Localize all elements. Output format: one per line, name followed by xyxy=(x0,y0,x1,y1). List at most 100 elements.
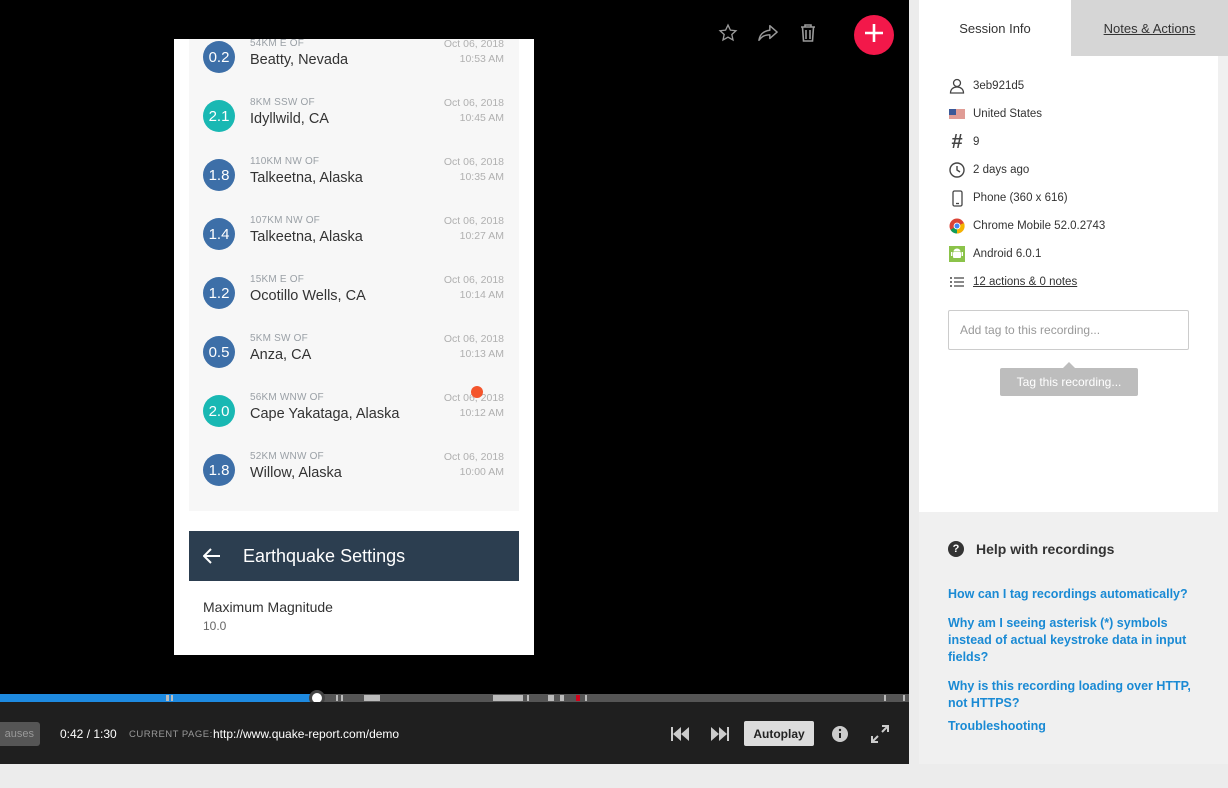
magnitude-badge: 1.8 xyxy=(203,159,235,191)
user-id: 3eb921d5 xyxy=(973,80,1025,92)
timeline-event-marker xyxy=(336,695,338,701)
timeline-event-marker xyxy=(585,695,587,701)
earthquake-item[interactable]: 2.1 8KM SSW OF Idyllwild, CA Oct 06, 2018 10… xyxy=(189,87,519,146)
sidebar: Session Info Notes & Actions 3eb921d5 Un… xyxy=(919,0,1228,764)
android-icon xyxy=(948,245,966,263)
country: United States xyxy=(973,108,1043,120)
timeline-event-marker xyxy=(341,695,343,701)
timeline-event-marker xyxy=(364,695,380,701)
count-row: # 9 xyxy=(948,131,979,153)
timeline-event-marker xyxy=(576,695,580,701)
distance-direction: 8KM SSW OF xyxy=(250,97,315,108)
location-name: Idyllwild, CA xyxy=(250,111,329,127)
user-icon xyxy=(948,77,966,95)
back-arrow-icon[interactable] xyxy=(203,548,229,564)
timeline-event-marker xyxy=(527,695,529,701)
quake-time: 10:00 AM xyxy=(459,466,504,478)
recording-player: 0.2 54KM E OF Beatty, Nevada Oct 06, 2018 10… xyxy=(0,0,909,764)
distance-direction: 56KM WNW OF xyxy=(250,392,324,403)
timeline-track[interactable] xyxy=(0,694,909,702)
earthquake-item[interactable]: 2.0 56KM WNW OF Cape Yakataga, Alaska Oct 0… xyxy=(189,382,519,441)
magnitude-badge: 0.5 xyxy=(203,336,235,368)
max-magnitude-label: Maximum Magnitude xyxy=(203,599,333,615)
session-count: 9 xyxy=(973,136,980,148)
location-name: Anza, CA xyxy=(250,347,312,363)
max-magnitude-value: 10.0 xyxy=(203,619,227,633)
timeline-event-marker xyxy=(884,695,886,701)
current-page-label: CURRENT PAGE: xyxy=(129,729,213,740)
add-button[interactable] xyxy=(854,15,894,55)
earthquake-item[interactable]: 1.8 110KM NW OF Talkeetna, Alaska Oct 06, 2… xyxy=(189,146,519,205)
earthquake-item[interactable]: 1.2 15KM E OF Ocotillo Wells, CA Oct 06, 20… xyxy=(189,264,519,323)
info-icon[interactable] xyxy=(828,722,852,746)
list-icon xyxy=(948,273,966,291)
magnitude-badge: 2.0 xyxy=(203,395,235,427)
quake-date: Oct 06, 2018 xyxy=(443,333,504,345)
location-name: Talkeetna, Alaska xyxy=(250,170,363,186)
hash-icon: # xyxy=(951,130,963,153)
earthquake-item[interactable]: 0.5 5KM SW OF Anza, CA Oct 06, 2018 10:13 AM xyxy=(189,323,519,382)
tab-session-info[interactable]: Session Info xyxy=(919,0,1071,56)
magnitude-badge: 2.1 xyxy=(203,100,235,132)
distance-direction: 5KM SW OF xyxy=(250,333,308,344)
share-icon[interactable] xyxy=(756,21,780,45)
skip-pauses-button[interactable]: auses xyxy=(0,722,40,746)
timeline-event-marker xyxy=(560,695,564,701)
location-name: Talkeetna, Alaska xyxy=(250,229,363,245)
clock-icon xyxy=(948,161,966,179)
sidebar-tabs: Session Info Notes & Actions xyxy=(919,0,1228,56)
user-row: 3eb921d5 xyxy=(948,75,1024,97)
session-time: 2 days ago xyxy=(973,164,1030,176)
app-root: 0.2 54KM E OF Beatty, Nevada Oct 06, 2018 10… xyxy=(0,0,1228,788)
player-controls: auses 0:42 / 1:30 CURRENT PAGE: http://w… xyxy=(0,702,909,764)
max-magnitude-setting[interactable]: Maximum Magnitude 10.0 xyxy=(189,587,519,649)
chrome-icon xyxy=(948,217,966,235)
tab-notes-actions[interactable]: Notes & Actions xyxy=(1071,0,1228,56)
tag-recording-button[interactable]: Tag this recording... xyxy=(1000,362,1138,396)
location-name: Beatty, Nevada xyxy=(250,52,349,68)
timeline-event-marker xyxy=(903,695,905,701)
quake-time: 10:45 AM xyxy=(459,112,504,124)
location-name: Cape Yakataga, Alaska xyxy=(250,406,400,422)
previous-icon[interactable] xyxy=(668,722,692,746)
quake-time: 10:53 AM xyxy=(459,53,504,65)
help-link-auto-tag[interactable]: How can I tag recordings automatically? xyxy=(948,586,1198,603)
quake-time: 10:14 AM xyxy=(459,289,504,301)
next-icon[interactable] xyxy=(708,722,732,746)
magnitude-badge: 1.8 xyxy=(203,454,235,486)
quake-date: Oct 06, 2018 xyxy=(443,39,504,50)
earthquake-item[interactable]: 1.4 107KM NW OF Talkeetna, Alaska Oct 06, 2… xyxy=(189,205,519,264)
earthquake-list: 0.2 54KM E OF Beatty, Nevada Oct 06, 2018 10… xyxy=(189,39,519,511)
quake-time: 10:13 AM xyxy=(459,348,504,360)
current-page-url: http://www.quake-report.com/demo xyxy=(213,727,400,741)
browser-row: Chrome Mobile 52.0.2743 xyxy=(948,215,1105,237)
os-row: Android 6.0.1 xyxy=(948,243,1041,265)
magnitude-badge: 0.2 xyxy=(203,41,235,73)
autoplay-button[interactable]: Autoplay xyxy=(744,721,814,746)
playback-time: 0:42 / 1:30 xyxy=(60,727,117,741)
magnitude-badge: 1.2 xyxy=(203,277,235,309)
time-row: 2 days ago xyxy=(948,159,1029,181)
help-link-asterisk[interactable]: Why am I seeing asterisk (*) symbols ins… xyxy=(948,615,1198,666)
fullscreen-icon[interactable] xyxy=(868,722,892,746)
distance-direction: 15KM E OF xyxy=(250,274,305,285)
help-section: ? Help with recordings How can I tag rec… xyxy=(919,512,1228,764)
timeline-event-marker xyxy=(166,695,169,701)
timeline-played xyxy=(0,694,318,702)
tag-input[interactable]: Add tag to this recording... xyxy=(948,310,1189,350)
help-link-troubleshooting[interactable]: Troubleshooting xyxy=(948,718,1198,735)
session-info-panel: 3eb921d5 United States # 9 2 days ago Ph… xyxy=(919,56,1218,512)
help-title: ? Help with recordings xyxy=(948,541,1114,557)
country-row: United States xyxy=(948,103,1042,125)
distance-direction: 107KM NW OF xyxy=(250,215,320,226)
actions-row: 12 actions & 0 notes xyxy=(948,271,1077,293)
earthquake-item[interactable]: 0.2 54KM E OF Beatty, Nevada Oct 06, 2018 10… xyxy=(189,39,519,87)
settings-toolbar: Earthquake Settings xyxy=(189,531,519,581)
earthquake-item[interactable]: 1.8 52KM WNW OF Willow, Alaska Oct 06, 2018… xyxy=(189,441,519,500)
trash-icon[interactable] xyxy=(796,21,820,45)
os: Android 6.0.1 xyxy=(973,248,1042,260)
help-link-http[interactable]: Why is this recording loading over HTTP,… xyxy=(948,678,1198,712)
quake-date: Oct 06, 2018 xyxy=(443,215,504,227)
star-icon[interactable] xyxy=(716,21,740,45)
actions-link[interactable]: 12 actions & 0 notes xyxy=(973,276,1077,288)
